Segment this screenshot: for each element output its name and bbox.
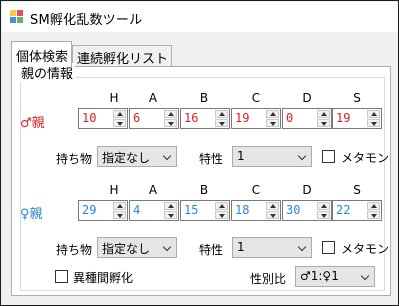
male-header-a: A	[148, 91, 158, 105]
chevron-down-icon	[297, 151, 307, 161]
international-hatch-label: 異種間孵化	[73, 271, 134, 285]
female-iv-c[interactable]: 18	[231, 200, 281, 221]
spin-down-icon[interactable]	[215, 119, 228, 127]
chevron-down-icon	[360, 271, 370, 281]
female-ability-label: 特性	[199, 243, 224, 257]
chevron-down-icon	[162, 151, 172, 161]
spin-up-icon[interactable]	[215, 110, 228, 118]
male-header-h: H	[109, 91, 119, 105]
gender-ratio-label: 性別比	[250, 272, 287, 286]
male-ability-label: 特性	[199, 152, 224, 166]
male-iv-a[interactable]: 6	[129, 108, 179, 129]
spin-down-icon[interactable]	[367, 119, 380, 127]
female-iv-a[interactable]: 4	[129, 200, 179, 221]
female-iv-b[interactable]: 15	[180, 200, 230, 221]
spin-down-icon[interactable]	[164, 211, 177, 219]
spin-up-icon[interactable]	[164, 202, 177, 210]
female-iv-h[interactable]: 29	[78, 200, 128, 221]
spin-up-icon[interactable]	[317, 110, 330, 118]
spin-down-icon[interactable]	[113, 119, 126, 127]
male-iv-d[interactable]: 0	[282, 108, 332, 129]
male-header-c: C	[251, 91, 261, 105]
spin-up-icon[interactable]	[266, 202, 279, 210]
chevron-down-icon	[297, 242, 307, 252]
tab-continuous-hatch-list[interactable]: 連続孵化リスト	[72, 45, 172, 67]
female-item-select[interactable]: 指定なし	[97, 237, 177, 258]
spin-down-icon[interactable]	[317, 119, 330, 127]
male-parent-label: ♂親	[20, 116, 45, 131]
male-header-d: D	[302, 91, 312, 105]
tab-individual-search[interactable]: 個体検索	[11, 41, 72, 67]
app-icon	[10, 10, 24, 24]
female-parent-label: ♀親	[20, 207, 43, 222]
female-header-s: S	[353, 183, 361, 197]
title-bar: SM孵化乱数ツール	[2, 2, 398, 32]
app-window: SM孵化乱数ツール 個体検索 連続孵化リスト 親の情報 H A B C D S …	[0, 0, 399, 306]
male-iv-s[interactable]: 19	[332, 108, 382, 129]
female-header-a: A	[148, 183, 158, 197]
spin-down-icon[interactable]	[266, 119, 279, 127]
male-header-b: B	[199, 91, 209, 105]
spin-down-icon[interactable]	[164, 119, 177, 127]
gender-ratio-select[interactable]: ♂1:♀1	[295, 266, 375, 287]
spin-down-icon[interactable]	[113, 211, 126, 219]
female-iv-d[interactable]: 30	[282, 200, 332, 221]
female-header-d: D	[302, 183, 312, 197]
spin-down-icon[interactable]	[317, 211, 330, 219]
spin-down-icon[interactable]	[215, 211, 228, 219]
female-header-b: B	[199, 183, 209, 197]
male-iv-h[interactable]: 10	[78, 108, 128, 129]
window-title: SM孵化乱数ツール	[30, 13, 143, 28]
female-ability-select[interactable]: 1	[232, 237, 312, 258]
spin-down-icon[interactable]	[266, 211, 279, 219]
male-iv-b[interactable]: 16	[180, 108, 230, 129]
female-header-c: C	[251, 183, 261, 197]
spin-up-icon[interactable]	[215, 202, 228, 210]
chevron-down-icon	[162, 242, 172, 252]
spin-up-icon[interactable]	[113, 110, 126, 118]
spin-up-icon[interactable]	[266, 110, 279, 118]
female-iv-s[interactable]: 22	[332, 200, 382, 221]
spin-down-icon[interactable]	[367, 211, 380, 219]
spin-up-icon[interactable]	[317, 202, 330, 210]
male-item-select[interactable]: 指定なし	[97, 146, 177, 167]
female-ditto-checkbox[interactable]	[322, 241, 335, 254]
female-header-h: H	[109, 183, 119, 197]
female-ditto-label: メタモン	[341, 242, 390, 256]
spin-up-icon[interactable]	[367, 110, 380, 118]
male-ability-select[interactable]: 1	[232, 146, 312, 167]
male-ditto-checkbox[interactable]	[322, 150, 335, 163]
female-item-label: 持ち物	[56, 243, 93, 257]
spin-up-icon[interactable]	[367, 202, 380, 210]
spin-up-icon[interactable]	[164, 110, 177, 118]
male-iv-c[interactable]: 19	[231, 108, 281, 129]
international-hatch-checkbox[interactable]	[55, 270, 68, 283]
male-ditto-label: メタモン	[341, 151, 390, 165]
male-header-s: S	[353, 91, 361, 105]
male-item-label: 持ち物	[56, 152, 93, 166]
spin-up-icon[interactable]	[113, 202, 126, 210]
